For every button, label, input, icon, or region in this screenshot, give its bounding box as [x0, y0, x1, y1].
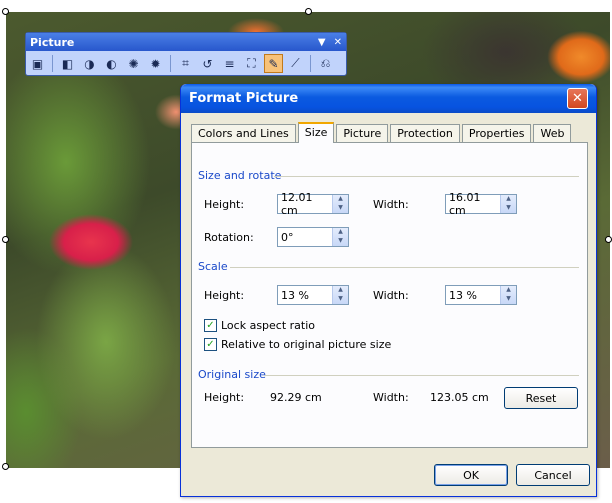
original-width-value: 123.05 cm: [430, 391, 489, 404]
insert-picture-icon[interactable]: ▣: [28, 54, 47, 73]
tab-properties[interactable]: Properties: [461, 124, 532, 143]
rotation-stepper[interactable]: 0° ▲ ▼: [277, 227, 349, 247]
selection-handle[interactable]: [305, 8, 312, 15]
ok-button[interactable]: OK: [434, 464, 508, 486]
format-picture-dialog: Format Picture ✕ Colors and Lines Size P…: [180, 84, 597, 497]
selection-handle[interactable]: [2, 8, 9, 15]
relative-size-checkbox[interactable]: ✓ Relative to original picture size: [204, 338, 391, 351]
scale-height-value[interactable]: 13 %: [281, 289, 332, 302]
size-height-stepper[interactable]: 12.01 cm ▲ ▼: [277, 191, 349, 217]
tab-strip: Colors and Lines Size Picture Protection…: [191, 122, 573, 143]
compress-icon[interactable]: ⛶: [242, 54, 261, 73]
scale-width-label: Width:: [373, 289, 409, 302]
crop-icon[interactable]: ⌗: [176, 54, 195, 73]
section-divider: [230, 267, 579, 268]
original-height-value: 92.29 cm: [270, 391, 322, 404]
spin-up-icon[interactable]: ▲: [501, 286, 516, 295]
less-contrast-icon[interactable]: ◐: [102, 54, 121, 73]
toolbar-close-icon[interactable]: ✕: [334, 37, 342, 48]
spin-down-icon[interactable]: ▼: [333, 295, 348, 304]
tab-picture[interactable]: Picture: [336, 124, 389, 143]
selection-handle[interactable]: [2, 236, 9, 243]
tab-web[interactable]: Web: [533, 124, 572, 143]
less-brightness-icon[interactable]: ✹: [146, 54, 165, 73]
toolbar-title: Picture: [30, 35, 75, 49]
toolbar-options-icon[interactable]: ▼: [318, 37, 326, 48]
relative-size-label: Relative to original picture size: [221, 338, 392, 351]
dialog-title: Format Picture: [189, 91, 299, 106]
spin-up-icon[interactable]: ▲: [333, 286, 348, 295]
size-height-value[interactable]: 12.01 cm: [281, 191, 332, 217]
spin-down-icon[interactable]: ▼: [333, 204, 348, 213]
rotate-icon[interactable]: ↺: [198, 54, 217, 73]
size-tab-panel: Size and rotate Height: 12.01 cm ▲ ▼ Widt…: [191, 142, 588, 448]
tab-protection[interactable]: Protection: [390, 124, 460, 143]
size-width-label: Width:: [373, 198, 409, 211]
section-divider: [274, 176, 579, 177]
selection-handle[interactable]: [2, 463, 9, 470]
scale-height-label: Height:: [204, 289, 245, 302]
section-scale: Scale: [198, 260, 228, 273]
size-width-value[interactable]: 16.01 cm: [449, 191, 500, 217]
tab-colors-and-lines[interactable]: Colors and Lines: [191, 124, 296, 143]
spin-down-icon[interactable]: ▼: [501, 204, 516, 213]
original-height-label: Height:: [204, 391, 245, 404]
spin-up-icon[interactable]: ▲: [501, 195, 516, 204]
format-picture-icon[interactable]: ✎: [264, 54, 283, 73]
toolbar-separator: [170, 55, 171, 72]
more-brightness-icon[interactable]: ✺: [124, 54, 143, 73]
checkmark-icon[interactable]: ✓: [204, 319, 217, 332]
spin-down-icon[interactable]: ▼: [501, 295, 516, 304]
line-style-icon[interactable]: ≡: [220, 54, 239, 73]
cancel-button[interactable]: Cancel: [516, 464, 590, 486]
color-icon[interactable]: ◧: [58, 54, 77, 73]
tab-size[interactable]: Size: [297, 122, 335, 143]
size-height-label: Height:: [204, 198, 245, 211]
section-original-size: Original size: [198, 368, 266, 381]
original-width-label: Width:: [373, 391, 409, 404]
spin-up-icon[interactable]: ▲: [333, 228, 348, 237]
toolbar-title-bar[interactable]: Picture ▼ ✕: [26, 33, 346, 51]
picture-toolbar: Picture ▼ ✕ ▣ ◧ ◑ ◐ ✺ ✹ ⌗ ↺ ≡ ⛶ ✎ ⟋ ⎌: [25, 32, 347, 76]
spin-down-icon[interactable]: ▼: [333, 237, 348, 246]
lock-aspect-ratio-checkbox[interactable]: ✓ Lock aspect ratio: [204, 319, 315, 332]
scale-height-stepper[interactable]: 13 % ▲ ▼: [277, 285, 349, 305]
checkmark-icon[interactable]: ✓: [204, 338, 217, 351]
section-divider: [264, 375, 579, 376]
close-icon[interactable]: ✕: [567, 88, 588, 109]
scale-width-value[interactable]: 13 %: [449, 289, 500, 302]
reset-button[interactable]: Reset: [504, 387, 578, 409]
selection-handle[interactable]: [605, 236, 612, 243]
rotation-value[interactable]: 0°: [281, 231, 332, 244]
dialog-title-bar[interactable]: Format Picture ✕: [181, 84, 596, 113]
spin-up-icon[interactable]: ▲: [333, 195, 348, 204]
lock-aspect-ratio-label: Lock aspect ratio: [221, 319, 316, 332]
size-width-stepper[interactable]: 16.01 cm ▲ ▼: [445, 191, 517, 217]
set-transparent-color-icon[interactable]: ⟋: [286, 54, 305, 73]
rotation-label: Rotation:: [204, 231, 254, 244]
section-size-and-rotate: Size and rotate: [198, 169, 282, 182]
toolbar-separator: [52, 55, 53, 72]
more-contrast-icon[interactable]: ◑: [80, 54, 99, 73]
toolbar-separator: [310, 55, 311, 72]
reset-picture-icon[interactable]: ⎌: [316, 54, 335, 73]
scale-width-stepper[interactable]: 13 % ▲ ▼: [445, 285, 517, 305]
